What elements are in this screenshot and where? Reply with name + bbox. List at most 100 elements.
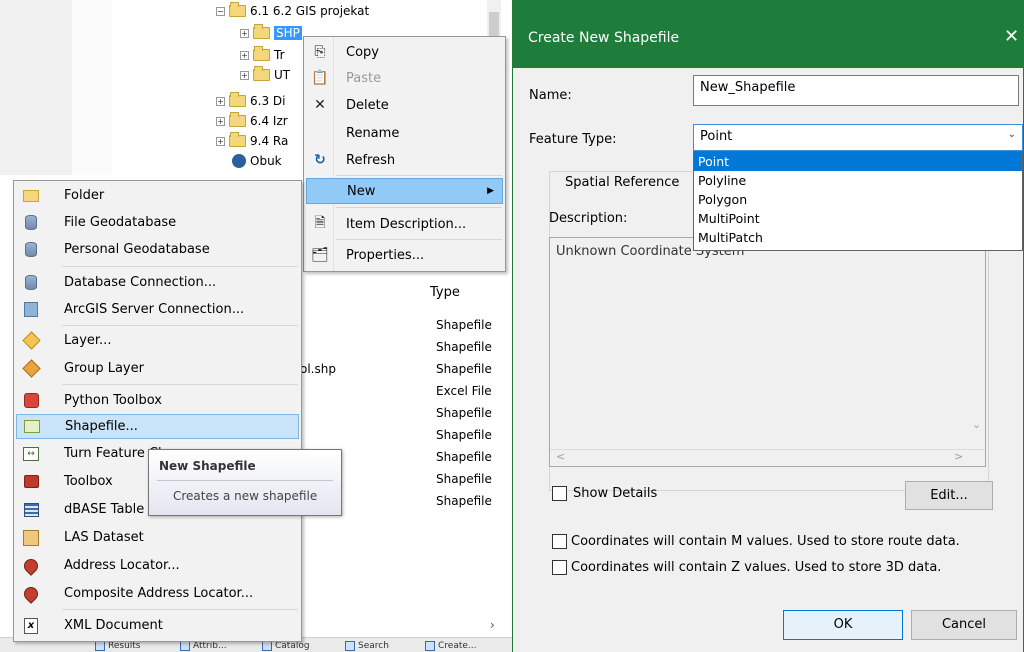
feature-type-dropdown-list: Point Polyline Polygon MultiPoint MultiP…: [693, 151, 1023, 251]
results-icon: [95, 641, 105, 651]
m-values-label: Coordinates will contain M values. Used …: [571, 534, 960, 549]
tree-item[interactable]: + 9.4 Ra: [216, 132, 288, 150]
dropdown-option-polygon[interactable]: Polygon: [694, 190, 1022, 209]
show-details-checkbox[interactable]: [552, 486, 567, 501]
tooltip: New Shapefile Creates a new shapefile: [148, 449, 342, 516]
spatial-reference-label: Spatial Reference: [561, 175, 684, 190]
create-features-icon: [425, 641, 435, 651]
menu-item-refresh[interactable]: ↻ Refresh: [306, 147, 503, 173]
folder-icon: [253, 66, 270, 81]
toolbox-icon: [23, 475, 39, 488]
server-connection-icon: [24, 302, 38, 317]
ok-button[interactable]: OK: [783, 610, 903, 640]
cancel-button[interactable]: Cancel: [911, 610, 1017, 640]
folder-icon: [23, 189, 39, 202]
type-cell: Shapefile: [436, 406, 492, 420]
delete-icon: ✕: [314, 97, 326, 113]
submenu-item-database-connection[interactable]: Database Connection...: [16, 270, 299, 295]
scroll-left-icon[interactable]: <: [556, 450, 565, 463]
type-cell: Shapefile: [436, 494, 492, 508]
description-horizontal-scrollbar[interactable]: < >: [550, 449, 985, 466]
edit-button[interactable]: Edit...: [905, 481, 993, 510]
description-box[interactable]: Unknown Coordinate System ^ ⌄ < >: [549, 237, 986, 467]
scroll-right-icon[interactable]: ›: [490, 618, 495, 632]
menu-item-item-description[interactable]: 🗎 Item Description...: [306, 211, 503, 237]
folder-icon: [229, 2, 246, 17]
submenu-item-python-toolbox[interactable]: Python Toolbox: [16, 388, 299, 413]
collapse-icon[interactable]: −: [216, 6, 225, 16]
submenu-item-las-dataset[interactable]: LAS Dataset: [16, 525, 299, 550]
expand-icon[interactable]: +: [240, 70, 249, 80]
z-values-label: Coordinates will contain Z values. Used …: [571, 560, 942, 575]
menu-item-properties[interactable]: 🗂 Properties...: [306, 242, 503, 268]
tree-item-shp[interactable]: + SHP: [240, 24, 302, 42]
attributes-icon: [180, 641, 190, 651]
z-values-checkbox[interactable]: [552, 560, 567, 575]
chevron-down-icon[interactable]: ⌄: [1008, 129, 1016, 140]
dialog-title: Create New Shapefile: [528, 30, 680, 46]
dropdown-option-point[interactable]: Point: [694, 152, 1022, 171]
xml-document-icon: x: [24, 617, 38, 634]
expand-icon[interactable]: +: [216, 136, 225, 146]
submenu-item-folder[interactable]: Folder: [16, 183, 299, 208]
expand-icon[interactable]: +: [216, 116, 225, 126]
tree-item[interactable]: + 6.4 Izr: [216, 112, 288, 130]
file-name-cell[interactable]: ol.shp: [300, 362, 336, 376]
copy-icon: ⎘: [314, 44, 326, 60]
scroll-right-icon[interactable]: >: [954, 450, 963, 463]
submenu-item-layer[interactable]: Layer...: [16, 328, 299, 353]
folder-icon: [229, 92, 246, 107]
scroll-down-icon[interactable]: ⌄: [972, 418, 981, 431]
type-column-header[interactable]: Type: [430, 285, 460, 300]
submenu-arrow-icon: ▶: [487, 186, 494, 196]
turn-feature-icon: ↔: [23, 446, 39, 461]
menu-item-copy[interactable]: ⎘ Copy: [306, 39, 503, 65]
refresh-icon: ↻: [314, 152, 326, 168]
menu-item-paste[interactable]: 📋 Paste: [306, 65, 503, 91]
show-details-label: Show Details: [573, 486, 658, 501]
description-vertical-scrollbar[interactable]: ^ ⌄: [969, 238, 985, 450]
submenu-item-file-geodatabase[interactable]: File Geodatabase: [16, 210, 299, 235]
tree-item[interactable]: + UT: [240, 66, 290, 84]
menu-item-delete[interactable]: ✕ Delete: [306, 92, 503, 118]
dropdown-option-polyline[interactable]: Polyline: [694, 171, 1022, 190]
type-cell: Shapefile: [436, 362, 492, 376]
context-menu: ⎘ Copy 📋 Paste ✕ Delete Rename ↻ Refresh…: [303, 36, 506, 272]
tab-create[interactable]: Create...: [425, 640, 477, 652]
menu-item-rename[interactable]: Rename: [306, 120, 503, 146]
new-submenu: Folder File Geodatabase Personal Geodata…: [13, 180, 302, 642]
tree-item[interactable]: Obuk: [232, 152, 282, 170]
type-cell: Shapefile: [436, 318, 492, 332]
submenu-item-composite-address-locator[interactable]: Composite Address Locator...: [16, 581, 299, 606]
group-layer-icon: [21, 359, 41, 378]
folder-icon: [253, 46, 270, 61]
expand-icon[interactable]: +: [240, 28, 249, 38]
submenu-item-personal-geodatabase[interactable]: Personal Geodatabase: [16, 237, 299, 262]
feature-type-select[interactable]: Point ⌄: [693, 124, 1023, 151]
tree-item[interactable]: + Tr: [240, 46, 285, 64]
folder-open-icon: [253, 24, 270, 39]
m-values-checkbox[interactable]: [552, 534, 567, 549]
expand-icon[interactable]: +: [216, 96, 225, 106]
submenu-item-shapefile[interactable]: Shapefile...: [16, 414, 299, 439]
feature-type-label: Feature Type:: [529, 132, 617, 147]
tree-item[interactable]: + 6.3 Di: [216, 92, 285, 110]
properties-icon: 🗂: [311, 247, 329, 263]
tree-item[interactable]: − 6.1 6.2 GIS projekat: [216, 2, 369, 20]
dropdown-option-multipatch[interactable]: MultiPatch: [694, 228, 1022, 247]
close-icon[interactable]: ✕: [1004, 26, 1019, 47]
description-label: Description:: [549, 211, 628, 226]
expand-icon[interactable]: +: [240, 50, 249, 60]
database-connection-icon: [25, 275, 37, 290]
submenu-item-arcgis-server-connection[interactable]: ArcGIS Server Connection...: [16, 297, 299, 322]
submenu-item-address-locator[interactable]: Address Locator...: [16, 553, 299, 578]
folder-icon: [229, 132, 246, 147]
tooltip-description: Creates a new shapefile: [173, 489, 318, 503]
dropdown-option-multipoint[interactable]: MultiPoint: [694, 209, 1022, 228]
tab-search[interactable]: Search: [345, 640, 389, 652]
name-label: Name:: [529, 88, 572, 103]
name-input[interactable]: New_Shapefile: [693, 75, 1019, 106]
submenu-item-group-layer[interactable]: Group Layer: [16, 356, 299, 381]
submenu-item-xml-document[interactable]: x XML Document: [16, 613, 299, 638]
menu-item-new[interactable]: New ▶: [306, 178, 503, 204]
